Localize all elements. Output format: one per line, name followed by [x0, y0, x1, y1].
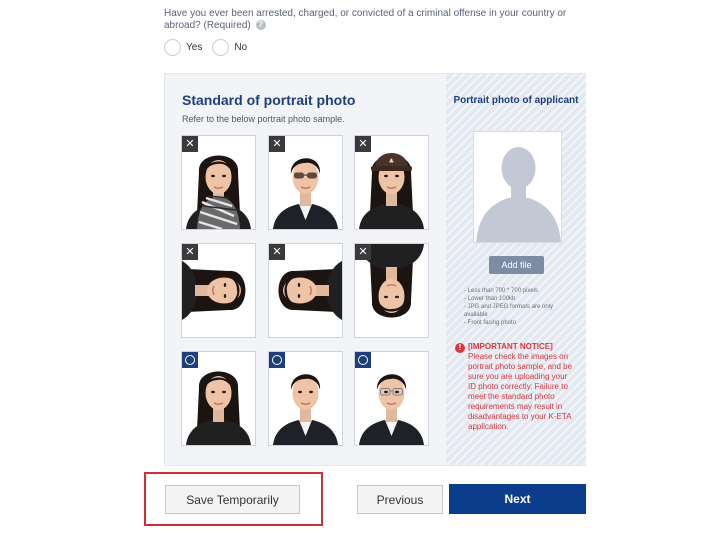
notice-title: [IMPORTANT NOTICE]: [468, 342, 553, 351]
sample-photo-rotated-right: ✕: [268, 243, 343, 338]
incorrect-x-icon: ✕: [269, 136, 285, 152]
sample-photo-hat: ✕ ♣: [354, 135, 429, 230]
requirement-item: - Lower than 100kb: [464, 296, 516, 302]
next-button[interactable]: Next: [449, 484, 586, 514]
standard-title: Standard of portrait photo: [182, 92, 356, 108]
applicant-photo-placeholder[interactable]: [473, 131, 562, 243]
radio-no[interactable]: No: [212, 39, 247, 56]
requirement-item: - JPG and JPEG formats are only availabl…: [464, 304, 554, 318]
previous-button[interactable]: Previous: [357, 485, 443, 514]
radio-no-circle[interactable]: [212, 39, 230, 56]
incorrect-x-icon: ✕: [355, 244, 371, 260]
standard-subtitle: Refer to the below portrait photo sample…: [182, 114, 345, 124]
correct-circle-icon: [355, 352, 371, 368]
add-file-button[interactable]: Add file: [489, 256, 544, 274]
svg-text:♣: ♣: [389, 158, 394, 165]
sample-photo-upside-down: ✕: [354, 243, 429, 338]
sample-photo-rotated-left: ✕: [181, 243, 256, 338]
incorrect-x-icon: ✕: [269, 244, 285, 260]
sample-photo-grid: ✕ ✕ ✕ ♣ ✕ ✕ ✕: [181, 135, 431, 455]
sample-photo-sunglasses: ✕: [268, 135, 343, 230]
alert-icon: !: [455, 343, 465, 353]
incorrect-x-icon: ✕: [355, 136, 371, 152]
person-silhouette-icon: [476, 147, 561, 242]
portrait-photo-panel: Standard of portrait photo Refer to the …: [164, 73, 586, 466]
required-label: (Required): [203, 20, 251, 31]
applicant-photo-title: Portrait photo of applicant: [453, 95, 579, 106]
requirement-item: - Less than 700 * 700 pixels: [464, 288, 539, 294]
radio-yes[interactable]: Yes: [164, 39, 202, 56]
applicant-photo-section: Portrait photo of applicant Add file - L…: [446, 74, 586, 465]
correct-circle-icon: [269, 352, 285, 368]
help-icon[interactable]: ?: [255, 20, 266, 31]
sample-photo-male: [268, 351, 343, 446]
sample-photo-female: [181, 351, 256, 446]
requirement-item: - Front facing photo: [464, 320, 517, 326]
photo-requirements-list: - Less than 700 * 700 pixels - Lower tha…: [464, 287, 574, 327]
incorrect-x-icon: ✕: [182, 136, 198, 152]
answer-radio-group: Yes No: [164, 39, 257, 56]
radio-no-label: No: [234, 42, 248, 53]
sample-photo-male-glasses: [354, 351, 429, 446]
criminal-record-question: Have you ever been arrested, charged, or…: [164, 8, 594, 32]
radio-yes-circle[interactable]: [164, 39, 181, 56]
sample-photo-scarf: ✕: [181, 135, 256, 230]
correct-circle-icon: [182, 352, 198, 368]
save-temporarily-button[interactable]: Save Temporarily: [165, 485, 300, 514]
radio-yes-label: Yes: [186, 42, 203, 53]
incorrect-x-icon: ✕: [182, 244, 198, 260]
notice-text: Please check the images on portrait phot…: [468, 352, 573, 431]
